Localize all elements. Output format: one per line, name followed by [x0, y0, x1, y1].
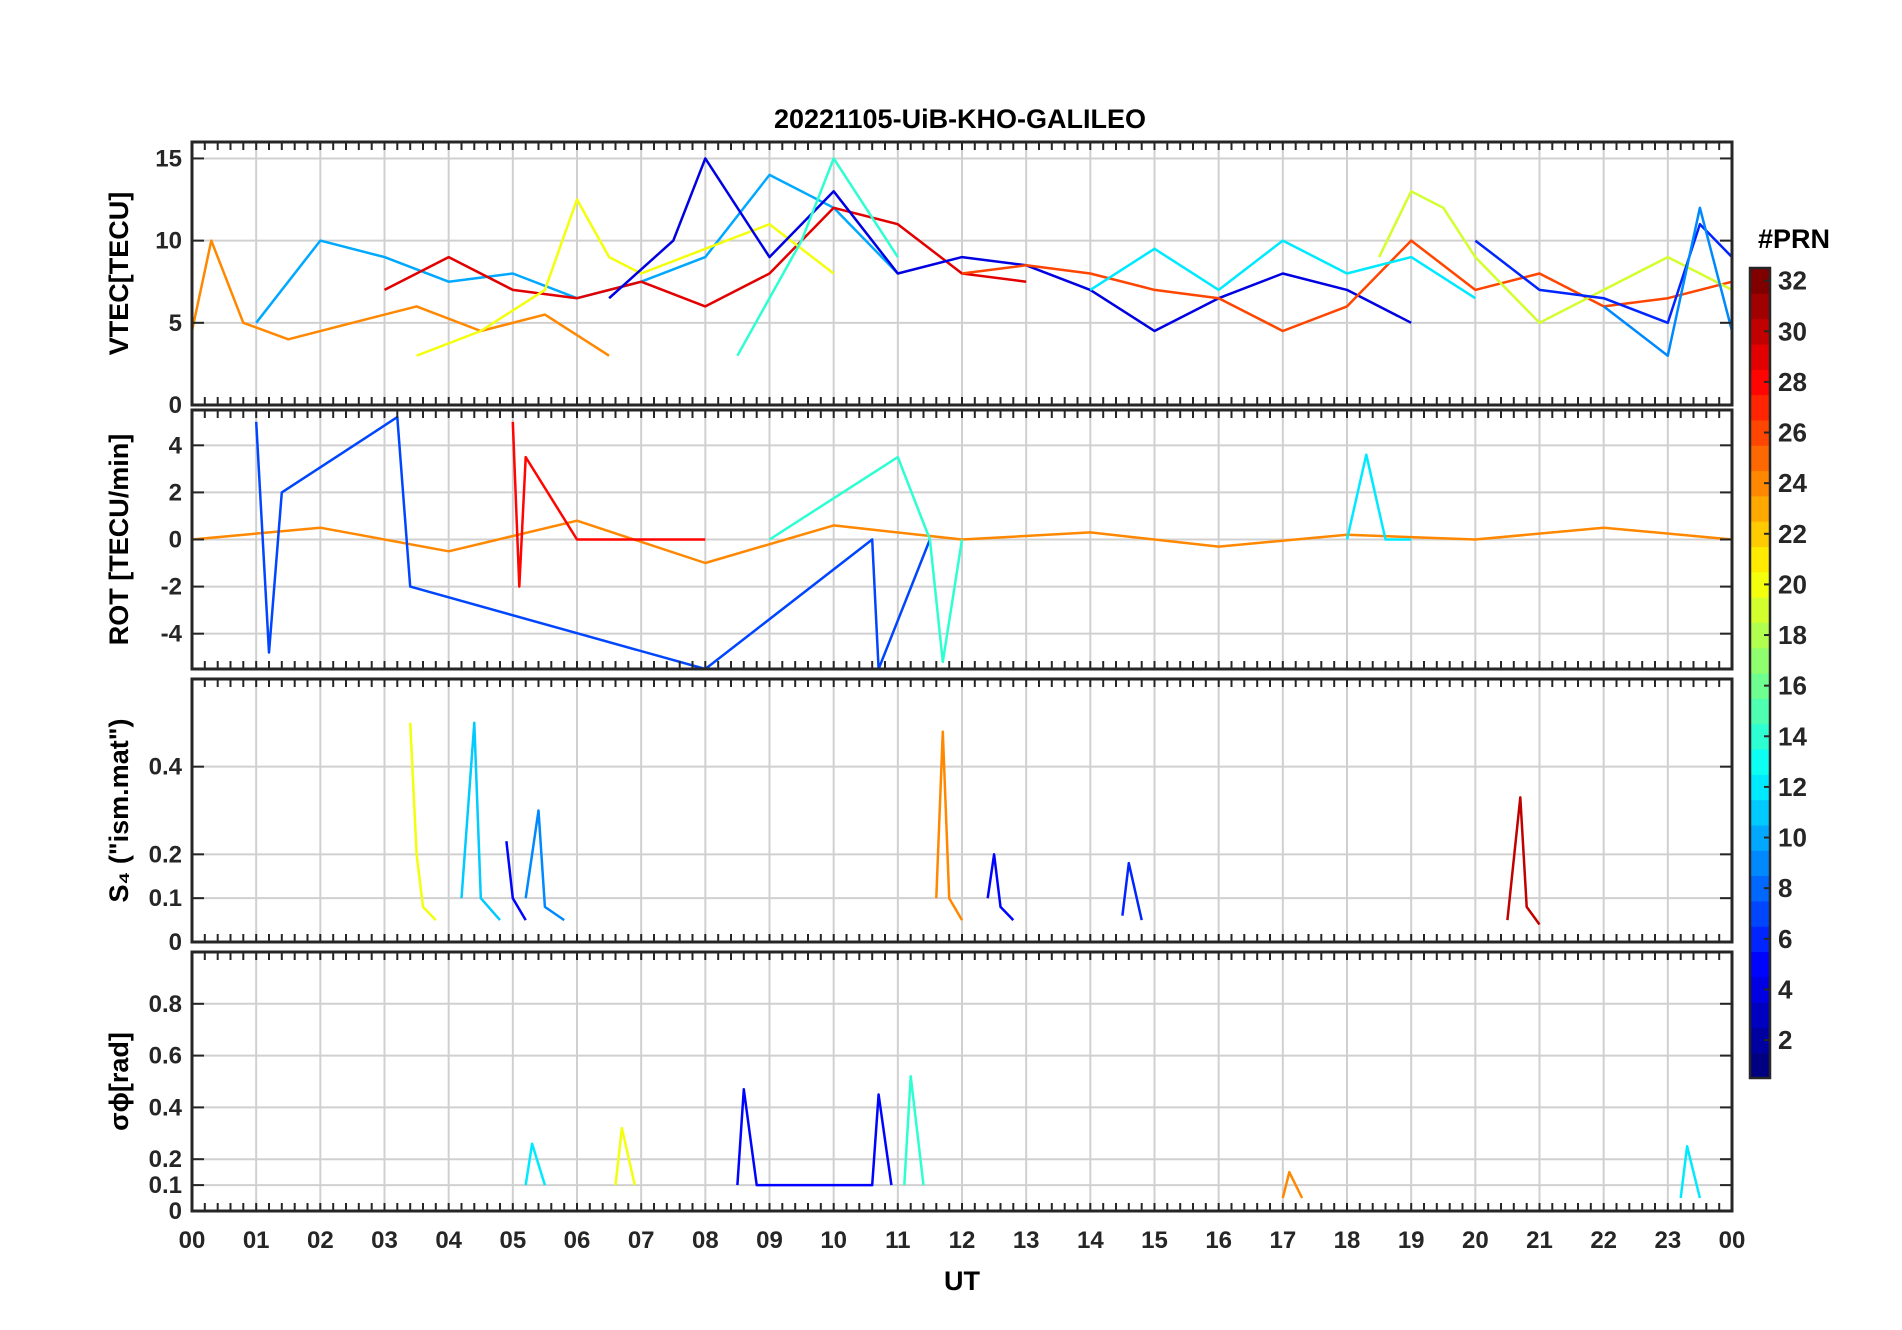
y-tick-label: 0.4 — [149, 1094, 183, 1121]
x-tick-label: 07 — [628, 1227, 655, 1254]
x-tick-label: 14 — [1077, 1227, 1104, 1254]
y-axis-label: σϕ[rad] — [104, 1032, 134, 1131]
colorbar-swatch — [1750, 445, 1770, 472]
colorbar-swatch — [1750, 900, 1770, 927]
colorbar-swatch — [1750, 546, 1770, 573]
colorbar-tick-label: 8 — [1778, 873, 1792, 903]
colorbar-tick-label: 12 — [1778, 772, 1807, 802]
y-tick-label: 0.1 — [149, 1172, 182, 1199]
panel-rot: -4 -2 0 2 4 ROT [TECU/min] — [104, 408, 1734, 671]
colorbar-tick-label: 4 — [1778, 974, 1793, 1004]
x-axis-label: UT — [944, 1266, 980, 1296]
y-tick-label: 2 — [169, 479, 182, 506]
colorbar-swatch — [1750, 799, 1770, 826]
colorbar-tick-label: 2 — [1778, 1025, 1792, 1055]
colorbar-tick-label: 30 — [1778, 316, 1807, 346]
figure-title: 20221105-UiB-KHO-GALILEO — [774, 104, 1146, 134]
y-tick-label: 0 — [169, 1198, 182, 1225]
panel-vtec: 0 5 10 15 VTEC[TECU] — [104, 140, 1734, 419]
y-tick-label: 5 — [169, 310, 182, 337]
colorbar-swatch — [1750, 698, 1770, 725]
panel-s4: 0 0.1 0.2 0.4 S₄ ("ism.mat") — [104, 677, 1734, 956]
colorbar-tick-label: 10 — [1778, 823, 1807, 853]
x-tick-label: 19 — [1398, 1227, 1425, 1254]
colorbar-tick-label: 14 — [1778, 721, 1807, 751]
y-tick-label: 0.6 — [149, 1043, 182, 1070]
colorbar-tick-label: 24 — [1778, 468, 1807, 498]
y-tick-label: 0 — [169, 527, 182, 554]
y-tick-label: 10 — [155, 228, 182, 255]
x-tick-label: 03 — [371, 1227, 398, 1254]
colorbar-swatch — [1750, 597, 1770, 623]
x-tick-label: 23 — [1654, 1227, 1681, 1254]
x-tick-label: 00 — [179, 1227, 206, 1254]
x-tick-label: 18 — [1334, 1227, 1361, 1254]
x-tick-label: 00 — [1719, 1227, 1746, 1254]
colorbar: 2468101214161820222426283032 — [1748, 266, 1807, 1080]
colorbar-tick-label: 20 — [1778, 569, 1807, 599]
x-tick-label: 17 — [1269, 1227, 1296, 1254]
colorbar-swatch — [1750, 343, 1770, 370]
colorbar-swatch — [1750, 1002, 1770, 1028]
x-tick-label: 09 — [756, 1227, 783, 1254]
y-tick-label: 0 — [169, 392, 182, 419]
colorbar-tick-label: 26 — [1778, 418, 1807, 448]
colorbar-tick-label: 18 — [1778, 620, 1807, 650]
x-tick-label: 16 — [1205, 1227, 1232, 1254]
figure-canvas: 20221105-UiB-KHO-GALILEO UT #PRN 051015V… — [104, 104, 1830, 1296]
y-axis-label: S₄ ("ism.mat") — [104, 718, 134, 902]
x-tick-label: 22 — [1590, 1227, 1617, 1254]
x-tick-label: 11 — [885, 1227, 910, 1254]
colorbar-swatch — [1750, 293, 1770, 320]
y-tick-label: -2 — [161, 574, 182, 601]
colorbar-swatch — [1750, 495, 1770, 522]
colorbar-tick-label: 22 — [1778, 519, 1807, 549]
colorbar-swatch — [1750, 951, 1770, 978]
colorbar-tick-label: 28 — [1778, 367, 1807, 397]
x-tick-label: 12 — [949, 1227, 976, 1254]
colorbar-title: #PRN — [1758, 224, 1830, 254]
x-tick-label: 01 — [243, 1227, 270, 1254]
x-tick-label: 05 — [499, 1227, 526, 1254]
x-tick-label: 10 — [820, 1227, 847, 1254]
panels-group: 051015VTEC[TECU]-4-2024ROT [TECU/min]00.… — [104, 140, 1746, 1254]
colorbar-tick-label: 6 — [1778, 924, 1792, 954]
x-tick-label: 02 — [307, 1227, 334, 1254]
y-axis-label: VTEC[TECU] — [104, 192, 134, 356]
colorbar-tick-label: 16 — [1778, 671, 1807, 701]
y-tick-label: 0.1 — [149, 885, 182, 912]
colorbar-swatch — [1750, 1052, 1770, 1079]
x-tick-label: 08 — [692, 1227, 719, 1254]
x-tick-label: 13 — [1013, 1227, 1040, 1254]
x-tick-label: 20 — [1462, 1227, 1489, 1254]
x-tick-label: 06 — [564, 1227, 591, 1254]
y-tick-label: -4 — [161, 621, 183, 648]
x-tick-label: 15 — [1141, 1227, 1168, 1254]
colorbar-swatch — [1750, 394, 1770, 421]
panel-sigma-phi: 00.10.2 0.4 0.6 0.8 00 01 02 03 04 05 06 07 08 09 10 11… — [104, 950, 1746, 1254]
y-tick-label: 0.8 — [149, 991, 182, 1018]
y-tick-label: 0.2 — [149, 1146, 182, 1173]
y-tick-label: 4 — [169, 432, 183, 459]
colorbar-swatch — [1750, 850, 1770, 877]
x-tick-label: 21 — [1526, 1227, 1553, 1254]
colorbar-swatch — [1750, 748, 1770, 775]
colorbar-swatch — [1750, 647, 1770, 674]
colorbar-tick-label: 32 — [1778, 266, 1807, 296]
y-tick-label: 0 — [169, 929, 182, 956]
y-tick-label: 15 — [155, 145, 182, 172]
x-tick-label: 04 — [435, 1227, 462, 1254]
y-tick-label: 0.4 — [149, 754, 183, 781]
y-tick-label: 0.2 — [149, 841, 182, 868]
y-axis-label: ROT [TECU/min] — [104, 434, 134, 645]
